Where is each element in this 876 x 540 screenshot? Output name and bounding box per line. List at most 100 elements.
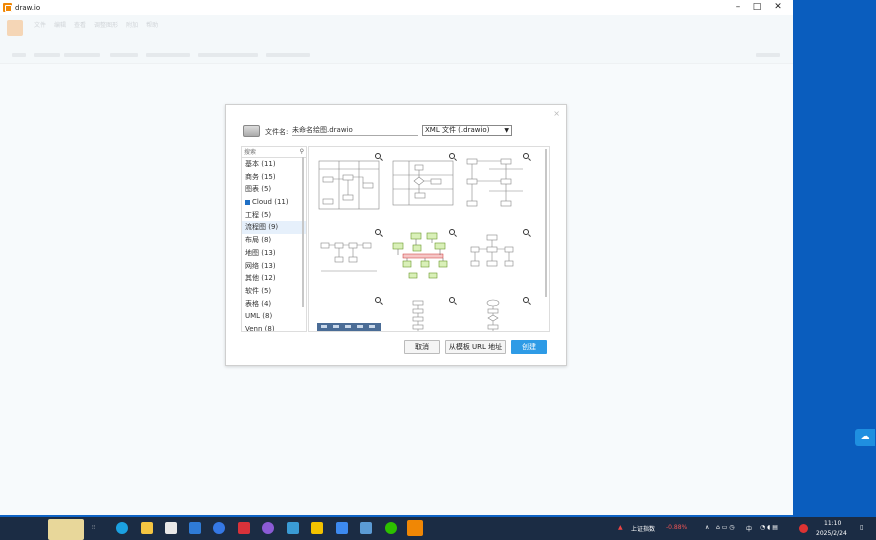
zoom-icon[interactable] <box>449 229 455 235</box>
category-label: 商务 (15) <box>245 172 276 181</box>
from-template-url-button[interactable]: 从模板 URL 地址 <box>445 340 506 354</box>
mail-icon[interactable] <box>189 522 201 534</box>
edge-browser-icon[interactable] <box>116 522 128 534</box>
drawio-logo-icon <box>3 3 12 12</box>
toolbar-delete-button[interactable] <box>110 53 138 57</box>
category-item[interactable]: 流程图 (9) <box>242 221 306 235</box>
template-thumbnail[interactable] <box>463 155 531 215</box>
close-button[interactable]: ✕ <box>767 0 789 15</box>
cancel-button[interactable]: 取消 <box>404 340 440 354</box>
menu-file[interactable]: 文件 <box>34 20 46 29</box>
app-icon-books[interactable] <box>360 522 372 534</box>
task-view-icon[interactable]: ⫶⫶ <box>92 524 95 532</box>
category-item[interactable]: 基本 (11) <box>242 158 306 171</box>
filename-input[interactable] <box>292 125 418 136</box>
category-item[interactable]: 布局 (8) <box>242 234 306 247</box>
notification-icon[interactable]: ▯ <box>860 524 863 531</box>
flowchart-template-1 <box>318 160 380 210</box>
taskbar-widget-image[interactable] <box>48 519 84 540</box>
app-icon-yellow[interactable] <box>311 522 323 534</box>
toolbar-insert-buttons[interactable] <box>266 53 310 57</box>
category-item[interactable]: UML (8) <box>242 310 306 323</box>
category-label: 图表 (5) <box>245 185 272 194</box>
calendar-icon[interactable] <box>165 522 177 534</box>
ime-indicator[interactable]: 中 <box>746 524 752 533</box>
wps-icon[interactable] <box>238 522 250 534</box>
stock-index-label[interactable]: 上证指数 <box>631 524 655 533</box>
category-item[interactable]: Cloud (11) <box>242 196 306 209</box>
zoom-icon[interactable] <box>375 153 381 159</box>
template-thumbnail[interactable] <box>315 297 383 331</box>
tray-expand-icon[interactable]: ∧ <box>705 524 709 531</box>
toolbar-panel-toggles[interactable] <box>756 53 780 57</box>
toolbar-format-buttons[interactable] <box>198 53 258 57</box>
zoom-icon[interactable] <box>375 229 381 235</box>
category-item[interactable]: Venn (8) <box>242 323 306 332</box>
category-item[interactable]: 工程 (5) <box>242 209 306 222</box>
drawio-window: draw.io – □ ✕ 文件 编辑 查看 调整图形 附加 帮助 × 文件名:… <box>0 0 793 517</box>
menu-extras[interactable]: 附加 <box>126 20 138 29</box>
category-label: 表格 (4) <box>245 299 272 308</box>
floating-assistant-icon[interactable]: ☁ <box>855 429 875 446</box>
category-item[interactable]: 商务 (15) <box>242 171 306 184</box>
app-icon-send[interactable] <box>336 522 348 534</box>
zoom-icon[interactable] <box>375 297 381 303</box>
template-gallery <box>308 146 550 332</box>
template-thumbnail[interactable] <box>315 227 383 287</box>
template-thumbnail[interactable] <box>389 155 457 215</box>
zoom-icon[interactable] <box>449 297 455 303</box>
menu-view[interactable]: 查看 <box>74 20 86 29</box>
app-icon-blue[interactable] <box>287 522 299 534</box>
create-button[interactable]: 创建 <box>511 340 547 354</box>
flowchart-template-2 <box>392 160 454 206</box>
template-thumbnail[interactable] <box>463 297 531 331</box>
zoom-icon[interactable] <box>523 229 529 235</box>
stock-index-value: -0.88% <box>666 524 688 531</box>
window-title: draw.io <box>15 3 41 12</box>
file-explorer-icon[interactable] <box>141 522 153 534</box>
search-icon[interactable]: ⚲ <box>300 148 304 155</box>
category-label: UML (8) <box>245 312 273 321</box>
zoom-icon[interactable] <box>449 153 455 159</box>
format-select[interactable]: XML 文件 (.drawio) ▼ <box>422 125 512 136</box>
template-thumbnail[interactable] <box>389 297 457 331</box>
chrome-icon[interactable] <box>213 522 225 534</box>
template-thumbnail[interactable] <box>315 155 383 215</box>
tray-app-icons[interactable]: ⌂ ▭ ◷ <box>716 524 735 531</box>
category-item[interactable]: 地图 (13) <box>242 247 306 260</box>
title-bar: draw.io <box>0 0 793 15</box>
network-volume-icons[interactable]: ◔ ◖ ▤ <box>760 524 778 531</box>
category-item[interactable]: 图表 (5) <box>242 183 306 196</box>
toolbar-zoom-button[interactable] <box>34 53 60 57</box>
category-label: 布局 (8) <box>245 236 272 245</box>
category-item[interactable]: 其他 (12) <box>242 272 306 285</box>
category-item[interactable]: 表格 (4) <box>242 298 306 311</box>
zoom-icon[interactable] <box>523 153 529 159</box>
dialog-close-icon[interactable]: × <box>553 109 560 118</box>
category-label: 基本 (11) <box>245 160 276 168</box>
menu-arrange[interactable]: 调整图形 <box>94 20 118 29</box>
template-thumbnail[interactable] <box>463 227 531 287</box>
toolbar-style-buttons[interactable] <box>146 53 190 57</box>
clock-time[interactable]: 11:10 <box>824 520 841 527</box>
app-icon-purple[interactable] <box>262 522 274 534</box>
search-input[interactable] <box>242 147 298 157</box>
chevron-down-icon: ▼ <box>504 127 509 134</box>
category-scrollbar[interactable] <box>302 157 304 307</box>
antivirus-icon[interactable] <box>799 524 808 533</box>
toolbar-undo-redo[interactable] <box>64 53 100 57</box>
category-item[interactable]: 网络 (13) <box>242 260 306 273</box>
drawio-taskbar-icon[interactable] <box>407 520 423 536</box>
maximize-button[interactable]: □ <box>746 0 768 15</box>
wechat-icon[interactable] <box>385 522 397 534</box>
toolbar-view-button[interactable] <box>12 53 26 57</box>
menu-help[interactable]: 帮助 <box>146 20 158 29</box>
format-value: XML 文件 (.drawio) <box>425 126 490 134</box>
menu-edit[interactable]: 编辑 <box>54 20 66 29</box>
clock-date[interactable]: 2025/2/24 <box>816 530 847 537</box>
template-thumbnail[interactable] <box>389 227 457 287</box>
category-item[interactable]: 软件 (5) <box>242 285 306 298</box>
zoom-icon[interactable] <box>523 297 529 303</box>
category-label: Venn (8) <box>245 324 275 332</box>
gallery-scrollbar[interactable] <box>545 149 547 297</box>
